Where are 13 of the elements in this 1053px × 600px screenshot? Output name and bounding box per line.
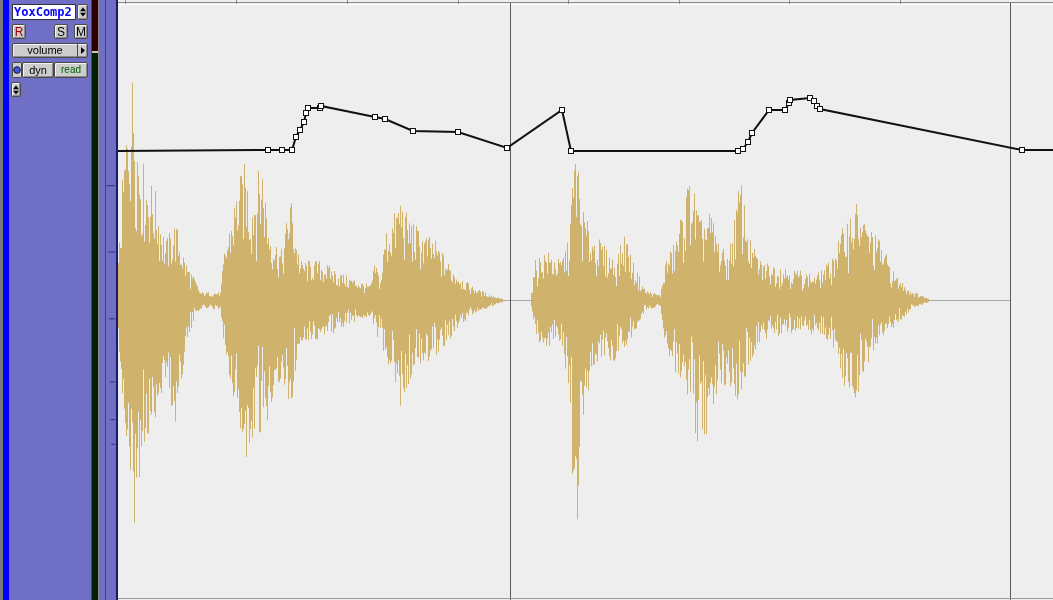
solo-button[interactable]: S — [54, 24, 68, 39]
mute-button[interactable]: M — [74, 24, 88, 39]
automation-line[interactable] — [118, 95, 1053, 154]
view-selector-dropdown[interactable]: volume — [12, 43, 88, 58]
track-name-field[interactable]: YoxComp2 — [12, 4, 77, 20]
up-down-arrows-icon — [79, 7, 86, 17]
automation-state-button[interactable]: read — [54, 62, 88, 78]
up-down-arrows-icon — [13, 84, 19, 95]
stepper-button[interactable] — [77, 4, 88, 20]
automation-mode-button[interactable]: dyn — [22, 62, 54, 78]
record-button[interactable]: R — [12, 24, 26, 39]
height-stepper-button[interactable] — [11, 82, 21, 97]
triangle-right-icon — [80, 47, 85, 54]
